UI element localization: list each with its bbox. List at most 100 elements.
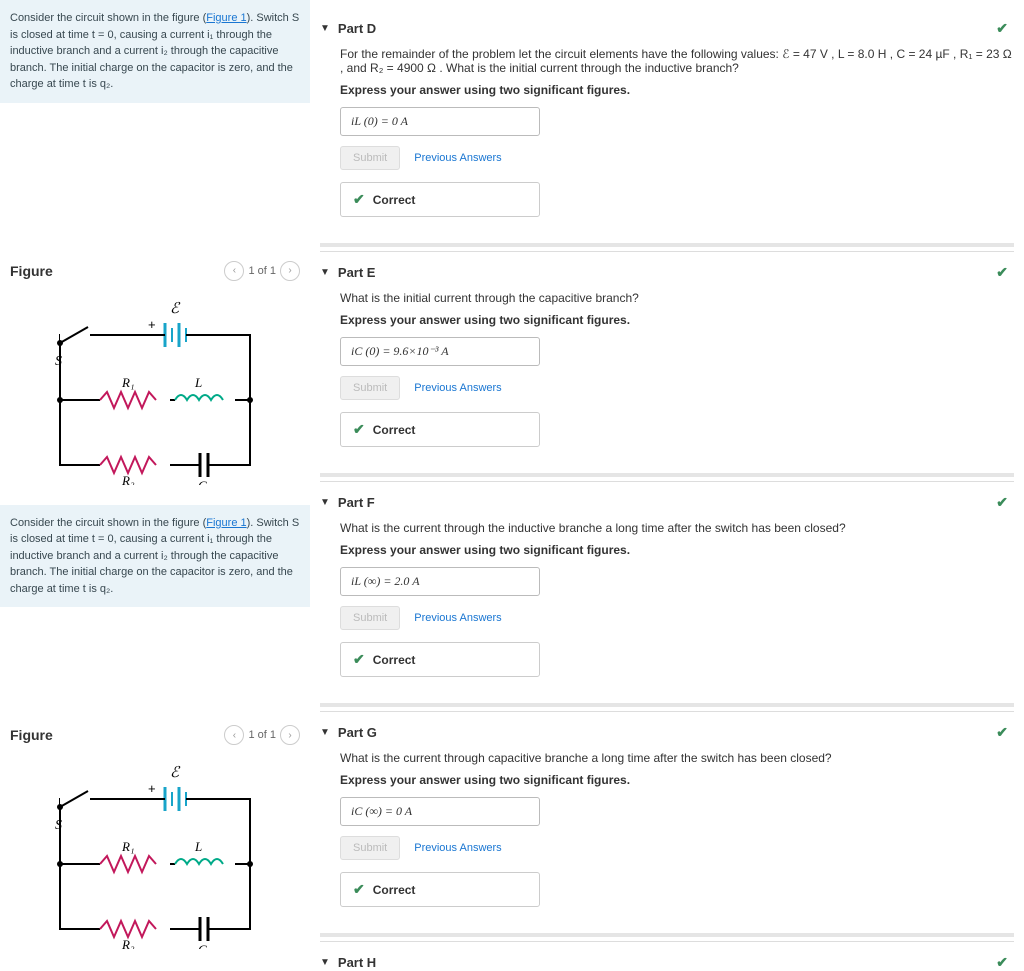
part-g-header[interactable]: ▼ Part G [320,725,377,740]
question-text: What is the initial current through the … [340,291,1014,305]
submit-button: Submit [340,146,400,170]
answer-display: iL (0) = 0 A [340,107,540,136]
answer-display: iL (∞) = 2.0 A [340,567,540,596]
check-icon: ✔ [996,494,1008,511]
figure-link[interactable]: Figure 1 [206,517,246,529]
figure-title: Figure [10,263,53,279]
figure-title: Figure [10,727,53,743]
figure-nav: ‹ 1 of 1 › [224,261,300,281]
part-g: ▼ Part G ✔ What is the current through c… [320,711,1014,925]
question-text: What is the current through capacitive b… [340,751,1014,765]
svg-text:+: + [148,317,156,332]
svg-text:C: C [198,942,207,949]
instruction-text: Express your answer using two significan… [340,83,1014,97]
divider [320,473,1014,477]
part-title-text: Part G [338,725,377,740]
instruction-text: Express your answer using two significan… [340,773,1014,787]
correct-feedback: ✔ Correct [340,872,540,907]
figure-counter: 1 of 1 [248,265,276,277]
svg-text:ℰ: ℰ [170,765,181,781]
previous-answers-link[interactable]: Previous Answers [414,612,501,624]
part-f-header[interactable]: ▼ Part F [320,495,375,510]
figure-counter: 1 of 1 [248,729,276,741]
right-column: ▼ Part D ✔ For the remainder of the prob… [310,0,1024,971]
next-figure-button[interactable]: › [280,261,300,281]
svg-text:C: C [198,478,207,485]
check-icon: ✔ [353,651,365,668]
question-text: What is the current through the inductiv… [340,521,1014,535]
next-figure-button[interactable]: › [280,725,300,745]
correct-label: Correct [373,423,416,437]
correct-label: Correct [373,883,416,897]
divider [320,933,1014,937]
correct-feedback: ✔ Correct [340,182,540,217]
desc-text: Consider the circuit shown in the figure… [10,517,206,529]
part-d: ▼ Part D ✔ For the remainder of the prob… [320,0,1014,235]
problem-description-2: Consider the circuit shown in the figure… [0,505,310,608]
part-e: ▼ Part E ✔ What is the initial current t… [320,251,1014,465]
correct-label: Correct [373,653,416,667]
part-d-header[interactable]: ▼ Part D [320,21,376,36]
instruction-text: Express your answer using two significan… [340,313,1014,327]
figure-header: Figure ‹ 1 of 1 › [0,253,310,285]
divider [320,243,1014,247]
circuit-diagram: S + ℰ R₁ L R₂ C [40,295,270,485]
spacer [0,103,310,253]
prev-figure-button[interactable]: ‹ [224,261,244,281]
svg-text:S: S [55,354,62,369]
answer-display: iC (∞) = 0 A [340,797,540,826]
svg-text:R₂: R₂ [121,937,135,949]
part-h-header[interactable]: ▼ Part H [320,955,376,970]
chevron-down-icon: ▼ [320,267,330,278]
svg-text:R₂: R₂ [121,473,135,485]
submit-button: Submit [340,606,400,630]
answer-display: iC (0) = 9.6×10⁻³ A [340,337,540,366]
svg-text:R₁: R₁ [121,375,134,390]
part-title-text: Part H [338,955,376,970]
check-icon: ✔ [353,421,365,438]
svg-text:L: L [194,839,202,854]
figure-body-2: S + ℰ R₁ L R₂ C [0,749,310,969]
svg-text:+: + [148,781,156,796]
check-icon: ✔ [996,724,1008,741]
left-column: Consider the circuit shown in the figure… [0,0,310,971]
prev-figure-button[interactable]: ‹ [224,725,244,745]
part-f: ▼ Part F ✔ What is the current through t… [320,481,1014,695]
question-text: For the remainder of the problem let the… [340,47,1014,75]
check-icon: ✔ [996,954,1008,971]
check-icon: ✔ [996,264,1008,281]
chevron-down-icon: ▼ [320,957,330,968]
previous-answers-link[interactable]: Previous Answers [414,842,501,854]
figure-header-2: Figure ‹ 1 of 1 › [0,717,310,749]
part-title-text: Part F [338,495,375,510]
spacer [0,607,310,717]
svg-text:S: S [55,818,62,833]
problem-description: Consider the circuit shown in the figure… [0,0,310,103]
check-icon: ✔ [353,881,365,898]
check-icon: ✔ [996,20,1008,37]
svg-text:ℰ: ℰ [170,301,181,317]
svg-text:R₁: R₁ [121,839,134,854]
figure-body: S + ℰ R₁ L R₂ C [0,285,310,505]
part-e-header[interactable]: ▼ Part E [320,265,375,280]
correct-label: Correct [373,193,416,207]
circuit-diagram: S + ℰ R₁ L R₂ C [40,759,270,949]
chevron-down-icon: ▼ [320,497,330,508]
previous-answers-link[interactable]: Previous Answers [414,382,501,394]
part-title-text: Part E [338,265,376,280]
instruction-text: Express your answer using two significan… [340,543,1014,557]
chevron-down-icon: ▼ [320,23,330,34]
part-title-text: Part D [338,21,376,36]
previous-answers-link[interactable]: Previous Answers [414,152,501,164]
submit-button: Submit [340,376,400,400]
submit-button: Submit [340,836,400,860]
desc-text: Consider the circuit shown in the figure… [10,12,206,24]
figure-link[interactable]: Figure 1 [206,12,246,24]
divider [320,703,1014,707]
correct-feedback: ✔ Correct [340,412,540,447]
correct-feedback: ✔ Correct [340,642,540,677]
svg-text:L: L [194,375,202,390]
chevron-down-icon: ▼ [320,727,330,738]
part-h: ▼ Part H ✔ [320,941,1014,971]
figure-nav: ‹ 1 of 1 › [224,725,300,745]
